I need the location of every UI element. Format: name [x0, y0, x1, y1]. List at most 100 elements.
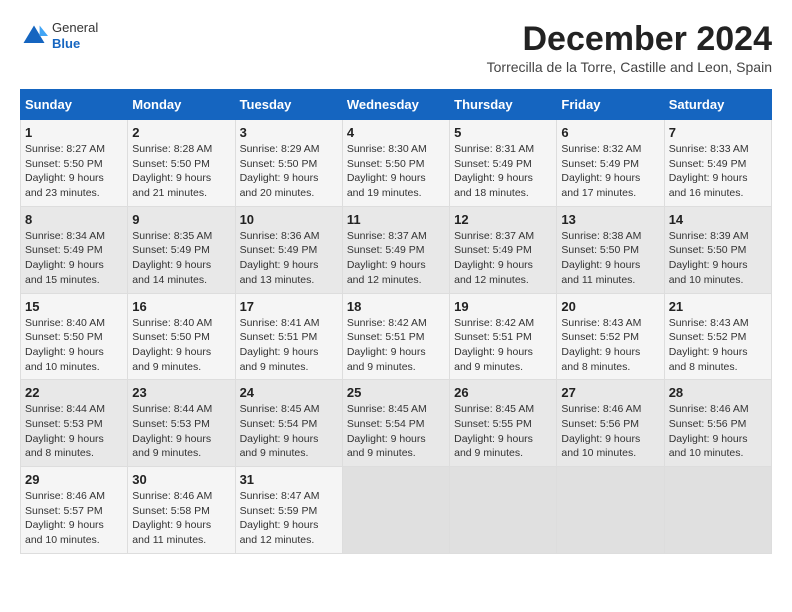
- day-number: 14: [669, 212, 767, 227]
- calendar-header-row: Sunday Monday Tuesday Wednesday Thursday…: [21, 90, 772, 120]
- table-row: 27 Sunrise: 8:46 AMSunset: 5:56 PMDayligh…: [557, 380, 664, 467]
- col-saturday: Saturday: [664, 90, 771, 120]
- day-info: Sunrise: 8:42 AMSunset: 5:51 PMDaylight:…: [454, 316, 552, 375]
- day-number: 3: [240, 125, 338, 140]
- day-info: Sunrise: 8:44 AMSunset: 5:53 PMDaylight:…: [132, 402, 230, 461]
- table-row: 25 Sunrise: 8:45 AMSunset: 5:54 PMDayligh…: [342, 380, 449, 467]
- col-tuesday: Tuesday: [235, 90, 342, 120]
- table-row: 16 Sunrise: 8:40 AMSunset: 5:50 PMDayligh…: [128, 293, 235, 380]
- table-row: 24Sunrise: 8:45 AMSunset: 5:54 PMDayligh…: [235, 380, 342, 467]
- logo-text: General Blue: [52, 20, 98, 51]
- day-number: 11: [347, 212, 445, 227]
- table-row: 20 Sunrise: 8:43 AMSunset: 5:52 PMDayligh…: [557, 293, 664, 380]
- day-number: 5: [454, 125, 552, 140]
- table-row: 17Sunrise: 8:41 AMSunset: 5:51 PMDayligh…: [235, 293, 342, 380]
- table-row: 21Sunrise: 8:43 AMSunset: 5:52 PMDayligh…: [664, 293, 771, 380]
- table-row: 4 Sunrise: 8:30 AMSunset: 5:50 PMDaylight…: [342, 120, 449, 207]
- table-row: 18 Sunrise: 8:42 AMSunset: 5:51 PMDayligh…: [342, 293, 449, 380]
- table-row: 1Sunrise: 8:27 AMSunset: 5:50 PMDaylight…: [21, 120, 128, 207]
- day-number: 30: [132, 472, 230, 487]
- day-number: 2: [132, 125, 230, 140]
- table-row: 8 Sunrise: 8:34 AMSunset: 5:49 PMDaylight…: [21, 206, 128, 293]
- table-row: 11 Sunrise: 8:37 AMSunset: 5:49 PMDayligh…: [342, 206, 449, 293]
- table-row: 30 Sunrise: 8:46 AMSunset: 5:58 PMDayligh…: [128, 467, 235, 554]
- day-info: Sunrise: 8:46 AMSunset: 5:56 PMDaylight:…: [669, 402, 767, 461]
- col-friday: Friday: [557, 90, 664, 120]
- day-info: Sunrise: 8:40 AMSunset: 5:50 PMDaylight:…: [132, 316, 230, 375]
- day-number: 12: [454, 212, 552, 227]
- table-row: 6 Sunrise: 8:32 AMSunset: 5:49 PMDaylight…: [557, 120, 664, 207]
- day-info: Sunrise: 8:32 AMSunset: 5:49 PMDaylight:…: [561, 142, 659, 201]
- day-info: Sunrise: 8:45 AMSunset: 5:54 PMDaylight:…: [240, 402, 338, 461]
- day-info: Sunrise: 8:45 AMSunset: 5:55 PMDaylight:…: [454, 402, 552, 461]
- day-info: Sunrise: 8:30 AMSunset: 5:50 PMDaylight:…: [347, 142, 445, 201]
- table-row: [557, 467, 664, 554]
- logo-icon: [20, 22, 48, 50]
- day-number: 10: [240, 212, 338, 227]
- month-title: December 2024 Torrecilla de la Torre, Ca…: [487, 20, 772, 85]
- day-number: 9: [132, 212, 230, 227]
- table-row: 31 Sunrise: 8:47 AMSunset: 5:59 PMDayligh…: [235, 467, 342, 554]
- day-number: 20: [561, 299, 659, 314]
- day-info: Sunrise: 8:39 AMSunset: 5:50 PMDaylight:…: [669, 229, 767, 288]
- day-number: 26: [454, 385, 552, 400]
- table-row: [664, 467, 771, 554]
- day-info: Sunrise: 8:46 AMSunset: 5:58 PMDaylight:…: [132, 489, 230, 548]
- day-info: Sunrise: 8:44 AMSunset: 5:53 PMDaylight:…: [25, 402, 123, 461]
- day-number: 13: [561, 212, 659, 227]
- day-number: 28: [669, 385, 767, 400]
- day-info: Sunrise: 8:38 AMSunset: 5:50 PMDaylight:…: [561, 229, 659, 288]
- day-number: 4: [347, 125, 445, 140]
- day-info: Sunrise: 8:31 AMSunset: 5:49 PMDaylight:…: [454, 142, 552, 201]
- day-info: Sunrise: 8:45 AMSunset: 5:54 PMDaylight:…: [347, 402, 445, 461]
- col-wednesday: Wednesday: [342, 90, 449, 120]
- day-number: 16: [132, 299, 230, 314]
- day-number: 25: [347, 385, 445, 400]
- col-thursday: Thursday: [450, 90, 557, 120]
- table-row: 22Sunrise: 8:44 AMSunset: 5:53 PMDayligh…: [21, 380, 128, 467]
- table-row: 15 Sunrise: 8:40 AMSunset: 5:50 PMDayligh…: [21, 293, 128, 380]
- table-row: 13 Sunrise: 8:38 AMSunset: 5:50 PMDayligh…: [557, 206, 664, 293]
- day-info: Sunrise: 8:35 AMSunset: 5:49 PMDaylight:…: [132, 229, 230, 288]
- table-row: 26 Sunrise: 8:45 AMSunset: 5:55 PMDayligh…: [450, 380, 557, 467]
- day-number: 17: [240, 299, 338, 314]
- table-row: [342, 467, 449, 554]
- table-row: [450, 467, 557, 554]
- day-number: 19: [454, 299, 552, 314]
- day-number: 8: [25, 212, 123, 227]
- page-header: General Blue December 2024 Torrecilla de…: [20, 20, 772, 85]
- day-info: Sunrise: 8:40 AMSunset: 5:50 PMDaylight:…: [25, 316, 123, 375]
- day-info: Sunrise: 8:43 AMSunset: 5:52 PMDaylight:…: [669, 316, 767, 375]
- day-number: 6: [561, 125, 659, 140]
- table-row: 23Sunrise: 8:44 AMSunset: 5:53 PMDayligh…: [128, 380, 235, 467]
- table-row: 10 Sunrise: 8:36 AMSunset: 5:49 PMDayligh…: [235, 206, 342, 293]
- calendar-table: Sunday Monday Tuesday Wednesday Thursday…: [20, 89, 772, 554]
- day-info: Sunrise: 8:28 AMSunset: 5:50 PMDaylight:…: [132, 142, 230, 201]
- col-sunday: Sunday: [21, 90, 128, 120]
- day-number: 18: [347, 299, 445, 314]
- day-info: Sunrise: 8:36 AMSunset: 5:49 PMDaylight:…: [240, 229, 338, 288]
- table-row: 29Sunrise: 8:46 AMSunset: 5:57 PMDayligh…: [21, 467, 128, 554]
- day-number: 15: [25, 299, 123, 314]
- day-info: Sunrise: 8:34 AMSunset: 5:49 PMDaylight:…: [25, 229, 123, 288]
- day-info: Sunrise: 8:42 AMSunset: 5:51 PMDaylight:…: [347, 316, 445, 375]
- day-info: Sunrise: 8:37 AMSunset: 5:49 PMDaylight:…: [454, 229, 552, 288]
- logo: General Blue: [20, 20, 98, 51]
- day-info: Sunrise: 8:43 AMSunset: 5:52 PMDaylight:…: [561, 316, 659, 375]
- table-row: 28 Sunrise: 8:46 AMSunset: 5:56 PMDayligh…: [664, 380, 771, 467]
- day-number: 29: [25, 472, 123, 487]
- table-row: 3 Sunrise: 8:29 AMSunset: 5:50 PMDaylight…: [235, 120, 342, 207]
- table-row: 12 Sunrise: 8:37 AMSunset: 5:49 PMDayligh…: [450, 206, 557, 293]
- table-row: 7Sunrise: 8:33 AMSunset: 5:49 PMDaylight…: [664, 120, 771, 207]
- day-info: Sunrise: 8:33 AMSunset: 5:49 PMDaylight:…: [669, 142, 767, 201]
- day-info: Sunrise: 8:46 AMSunset: 5:56 PMDaylight:…: [561, 402, 659, 461]
- table-row: 2 Sunrise: 8:28 AMSunset: 5:50 PMDaylight…: [128, 120, 235, 207]
- day-info: Sunrise: 8:37 AMSunset: 5:49 PMDaylight:…: [347, 229, 445, 288]
- table-row: 14 Sunrise: 8:39 AMSunset: 5:50 PMDayligh…: [664, 206, 771, 293]
- day-info: Sunrise: 8:47 AMSunset: 5:59 PMDaylight:…: [240, 489, 338, 548]
- day-info: Sunrise: 8:29 AMSunset: 5:50 PMDaylight:…: [240, 142, 338, 201]
- table-row: 5 Sunrise: 8:31 AMSunset: 5:49 PMDaylight…: [450, 120, 557, 207]
- day-info: Sunrise: 8:27 AMSunset: 5:50 PMDaylight:…: [25, 142, 123, 201]
- day-number: 27: [561, 385, 659, 400]
- day-number: 31: [240, 472, 338, 487]
